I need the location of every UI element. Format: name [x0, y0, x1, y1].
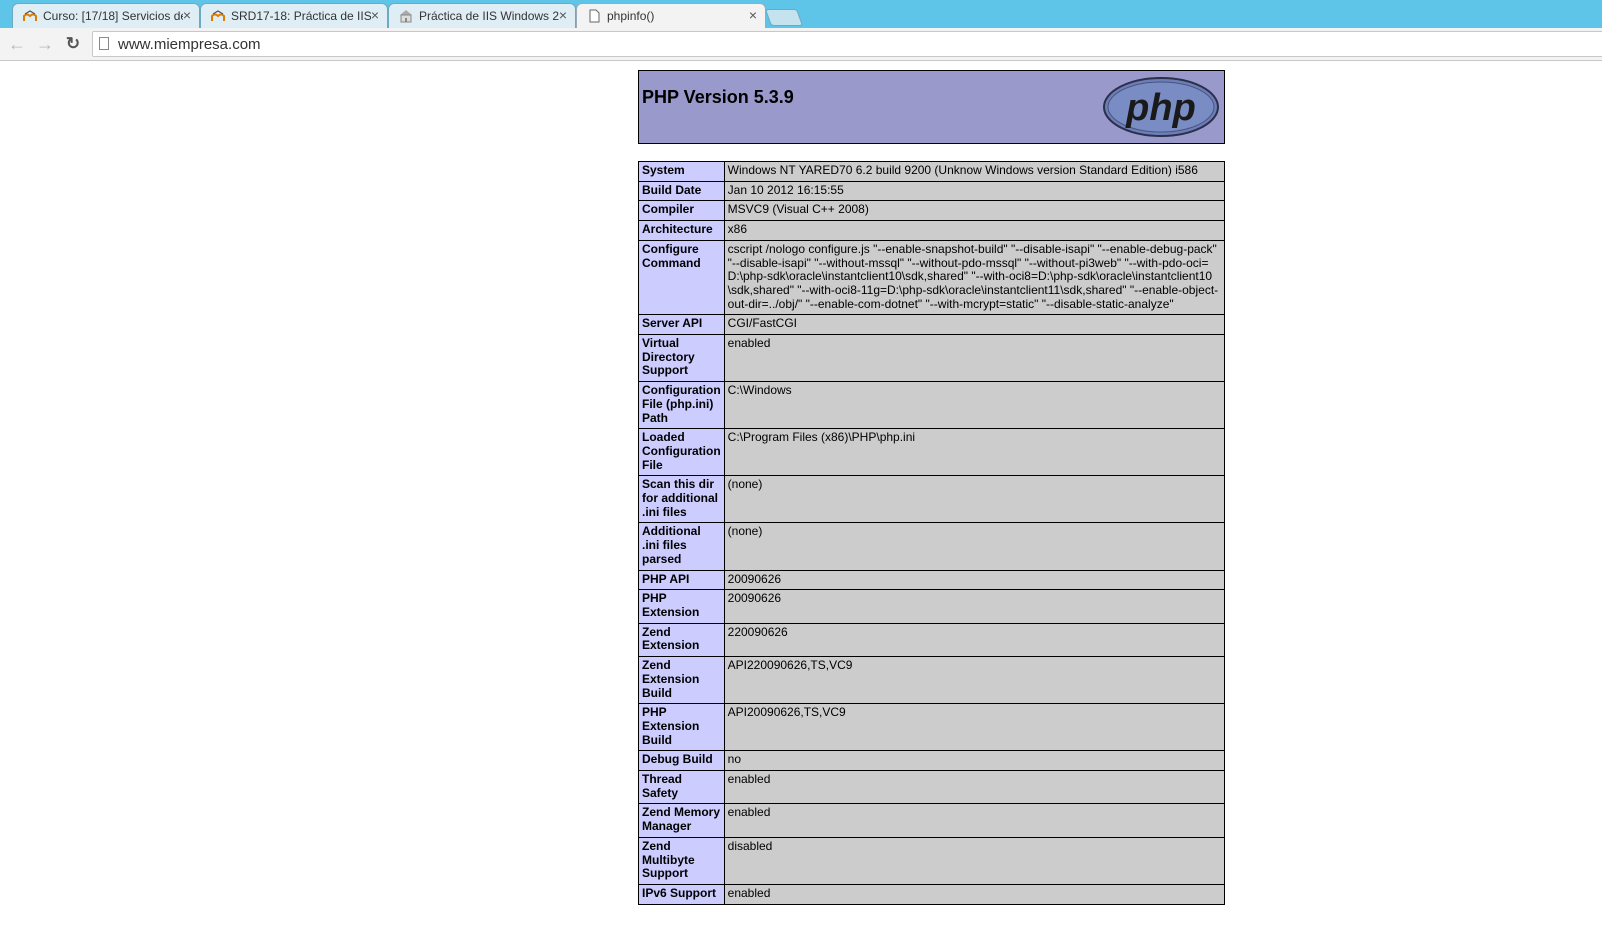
- row-value: cscript /nologo configure.js "--enable-s…: [723, 239, 1226, 316]
- row-key: PHP Extension Build: [638, 703, 725, 752]
- row-key: Build Date: [638, 180, 725, 202]
- table-row: Zend Memory Manager enabled: [638, 803, 1226, 838]
- page-title: PHP Version 5.3.9: [642, 87, 794, 107]
- row-key: PHP Extension: [638, 589, 725, 624]
- table-row: Loaded Configuration File C:\Program File…: [638, 428, 1226, 477]
- row-key: IPv6 Support: [638, 883, 725, 905]
- tab-title: Curso: [17/18] Servicios de: [43, 9, 183, 23]
- tab-strip: Curso: [17/18] Servicios de × SRD17-18: …: [0, 0, 1602, 28]
- close-icon[interactable]: ×: [749, 7, 757, 23]
- table-row: Zend Multibyte Support disabled: [638, 836, 1226, 885]
- row-value: (none): [723, 475, 1226, 524]
- forward-icon[interactable]: →: [36, 35, 54, 53]
- toolbar: ← → ↻ www.miempresa.com: [0, 28, 1602, 61]
- php-logo-text: php: [1125, 87, 1196, 129]
- row-value: API220090626,TS,VC9: [723, 656, 1226, 705]
- table-row: Debug Build no: [638, 750, 1226, 772]
- page-icon: [99, 37, 109, 50]
- row-value: disabled: [723, 836, 1226, 885]
- row-value: 20090626: [723, 569, 1226, 591]
- tab-curso[interactable]: Curso: [17/18] Servicios de ×: [12, 3, 200, 28]
- row-key: Loaded Configuration File: [638, 428, 725, 477]
- page-icon: [589, 9, 600, 23]
- address-bar[interactable]: www.miempresa.com: [92, 31, 1602, 57]
- building-icon: [400, 10, 412, 23]
- close-icon[interactable]: ×: [371, 7, 379, 23]
- row-value: enabled: [723, 803, 1226, 838]
- back-icon[interactable]: ←: [8, 35, 26, 53]
- row-key: PHP API: [638, 569, 725, 591]
- table-row: System Windows NT YARED70 6.2 build 9200 …: [638, 161, 1226, 182]
- row-key: Configuration File (php.ini) Path: [638, 381, 725, 430]
- table-row: PHP API 20090626: [638, 569, 1226, 591]
- tab-srd[interactable]: SRD17-18: Práctica de IIS ×: [200, 3, 388, 28]
- row-value: 20090626: [723, 589, 1226, 624]
- page-content: PHP Version 5.3.9 php System Windows NT Y…: [0, 62, 1602, 952]
- row-value: enabled: [723, 770, 1226, 805]
- close-icon[interactable]: ×: [559, 7, 567, 23]
- moodle-icon: [23, 10, 37, 21]
- row-key: Zend Memory Manager: [638, 803, 725, 838]
- row-value: MSVC9 (Visual C++ 2008): [723, 200, 1226, 222]
- close-icon[interactable]: ×: [183, 7, 191, 23]
- row-value: enabled: [723, 334, 1226, 383]
- row-key: Compiler: [638, 200, 725, 222]
- table-row: Scan this dir for additional .ini files(…: [638, 475, 1226, 524]
- url-text[interactable]: www.miempresa.com: [118, 36, 261, 53]
- reload-icon[interactable]: ↻: [64, 35, 82, 53]
- table-row: Server API CGI/FastCGI: [638, 314, 1226, 336]
- row-value: C:\Program Files (x86)\PHP\php.ini: [723, 428, 1226, 477]
- row-key: Additional .ini files parsed: [638, 522, 725, 571]
- row-key: Debug Build: [638, 750, 725, 772]
- tab-title: Práctica de IIS Windows 2: [419, 9, 559, 23]
- table-row: Architecture x86: [638, 220, 1226, 241]
- row-key: Zend Multibyte Support: [638, 836, 725, 885]
- table-row: Additional .ini files parsed (none): [638, 522, 1226, 571]
- table-row: Compiler MSVC9 (Visual C++ 2008): [638, 200, 1226, 222]
- table-row: IPv6 Support enabled: [638, 883, 1226, 905]
- table-row: Build Date Jan 10 2012 16:15:55: [638, 180, 1226, 202]
- row-key: Server API: [638, 314, 725, 336]
- row-key: Virtual Directory Support: [638, 334, 725, 383]
- table-row: Zend Extension Build API220090626,TS,VC9: [638, 656, 1226, 705]
- row-value: enabled: [723, 883, 1226, 905]
- row-value: Windows NT YARED70 6.2 build 9200 (Unkno…: [723, 161, 1226, 182]
- table-row: Zend Extension 220090626: [638, 622, 1226, 658]
- table-row: Thread Safety enabled: [638, 770, 1226, 805]
- row-value: API20090626,TS,VC9: [723, 703, 1226, 752]
- tab-phpinfo[interactable]: phpinfo() ×: [576, 3, 766, 28]
- tab-title: phpinfo(): [607, 9, 655, 23]
- row-key: Thread Safety: [638, 770, 725, 805]
- table-row: PHP Extension Build API20090626,TS,VC9: [638, 703, 1226, 752]
- row-value: CGI/FastCGI: [723, 314, 1226, 336]
- php-header: PHP Version 5.3.9 php: [638, 70, 1225, 144]
- moodle-icon: [211, 10, 225, 21]
- row-value: x86: [723, 220, 1226, 241]
- php-info-table: System Windows NT YARED70 6.2 build 9200 …: [638, 161, 1226, 905]
- table-row: Configuration File (php.ini) Path C:\Wind…: [638, 381, 1226, 430]
- php-logo: php: [1103, 77, 1219, 137]
- row-key: System: [638, 161, 725, 182]
- row-value: 220090626: [723, 622, 1226, 658]
- new-tab-button[interactable]: [764, 9, 804, 26]
- row-value: no: [723, 750, 1226, 772]
- row-key: Scan this dir for additional .ini files: [638, 475, 725, 524]
- table-row: Virtual Directory Support enabled: [638, 334, 1226, 383]
- row-value: Jan 10 2012 16:15:55: [723, 180, 1226, 202]
- table-row: Configure Command cscript /nologo configu…: [638, 239, 1226, 316]
- row-key: Configure Command: [638, 239, 725, 316]
- row-key: Architecture: [638, 220, 725, 241]
- tab-title: SRD17-18: Práctica de IIS: [231, 9, 371, 23]
- tab-practica[interactable]: Práctica de IIS Windows 2 ×: [388, 3, 576, 28]
- row-key: Zend Extension: [638, 622, 725, 658]
- row-key: Zend Extension Build: [638, 656, 725, 705]
- table-row: PHP Extension 20090626: [638, 589, 1226, 624]
- row-value: (none): [723, 522, 1226, 571]
- row-value: C:\Windows: [723, 381, 1226, 430]
